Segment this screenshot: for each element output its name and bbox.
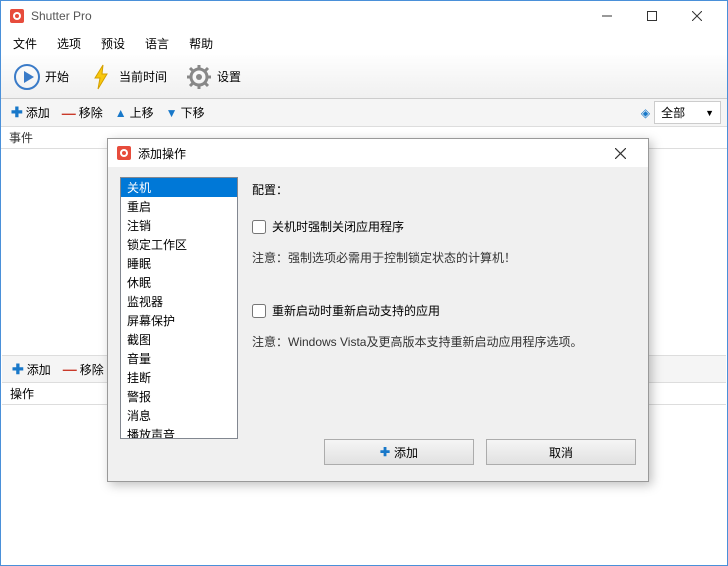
play-icon [13, 63, 41, 91]
menu-options[interactable]: 选项 [49, 33, 89, 54]
action-list-item[interactable]: 注销 [121, 216, 237, 235]
arrow-down-icon: ▼ [166, 106, 178, 120]
move-up-button[interactable]: ▲上移 [111, 102, 158, 123]
action-type-list[interactable]: 关机重启注销锁定工作区睡眠休眠监视器屏幕保护截图音量挂断警报消息播放声音运行程序… [120, 177, 238, 439]
add-label: 添加 [26, 104, 50, 121]
action-list-item[interactable]: 音量 [121, 349, 237, 368]
force-close-note: 注意：强制选项必需用于控制锁定状态的计算机！ [252, 249, 636, 266]
minus-icon: — [62, 105, 76, 121]
tool-bar: 开始 当前时间 设置 [1, 55, 727, 99]
force-close-label: 关机时强制关闭应用程序 [272, 218, 404, 235]
chevron-down-icon: ▼ [705, 108, 714, 118]
dialog-title: 添加操作 [138, 145, 600, 162]
lightning-icon [87, 63, 115, 91]
dialog-title-bar: 添加操作 [108, 139, 648, 167]
down-label: 下移 [181, 104, 205, 121]
action-list-item[interactable]: 休眠 [121, 273, 237, 292]
minimize-button[interactable] [584, 2, 629, 30]
title-bar: Shutter Pro [1, 1, 727, 31]
force-close-checkbox[interactable] [252, 220, 266, 234]
add-action-dialog: 添加操作 关机重启注销锁定工作区睡眠休眠监视器屏幕保护截图音量挂断警报消息播放声… [107, 138, 649, 482]
menu-language[interactable]: 语言 [137, 33, 177, 54]
menu-file[interactable]: 文件 [5, 33, 45, 54]
action-list-item[interactable]: 锁定工作区 [121, 235, 237, 254]
app-icon [116, 145, 132, 161]
action-list-item[interactable]: 睡眠 [121, 254, 237, 273]
settings-button[interactable]: 设置 [177, 59, 249, 95]
dialog-add-button[interactable]: ✚ 添加 [324, 439, 474, 465]
action-list-item[interactable]: 播放声音 [121, 425, 237, 439]
restart-apps-checkbox-row[interactable]: 重新启动时重新启动支持的应用 [252, 302, 636, 319]
remove-event-button[interactable]: —移除 [58, 102, 107, 123]
dialog-close-button[interactable] [600, 140, 640, 166]
action-list-item[interactable]: 重启 [121, 197, 237, 216]
remove-label: 移除 [79, 104, 103, 121]
plus-icon: ✚ [11, 104, 23, 121]
action-list-item[interactable]: 关机 [121, 178, 237, 197]
gear-icon [185, 63, 213, 91]
menu-bar: 文件 选项 预设 语言 帮助 [1, 31, 727, 55]
current-time-button[interactable]: 当前时间 [79, 59, 175, 95]
dialog-cancel-label: 取消 [549, 444, 573, 461]
add-event-button[interactable]: ✚添加 [7, 102, 54, 123]
close-button[interactable] [674, 2, 719, 30]
window-controls [584, 2, 719, 30]
filter-select[interactable]: 全部 ▼ [654, 101, 721, 124]
dialog-body: 关机重启注销锁定工作区睡眠休眠监视器屏幕保护截图音量挂断警报消息播放声音运行程序… [108, 167, 648, 439]
restart-apps-label: 重新启动时重新启动支持的应用 [272, 302, 440, 319]
action-list-item[interactable]: 挂断 [121, 368, 237, 387]
event-column-label: 事件 [9, 129, 33, 146]
restart-apps-checkbox[interactable] [252, 304, 266, 318]
force-close-checkbox-row[interactable]: 关机时强制关闭应用程序 [252, 218, 636, 235]
dialog-button-row: ✚ 添加 取消 [108, 439, 648, 477]
action-list-item[interactable]: 监视器 [121, 292, 237, 311]
action-list-item[interactable]: 截图 [121, 330, 237, 349]
up-label: 上移 [130, 104, 154, 121]
app-icon [9, 8, 25, 24]
filter-label: 全部 [661, 104, 685, 121]
action-list-item[interactable]: 警报 [121, 387, 237, 406]
menu-help[interactable]: 帮助 [181, 33, 221, 54]
action-column-label: 操作 [10, 385, 34, 402]
restart-apps-note: 注意：Windows Vista及更高版本支持重新启动应用程序选项。 [252, 333, 636, 351]
events-toolbar: ✚添加 —移除 ▲上移 ▼下移 ◈ 全部▼ [1, 99, 727, 127]
current-time-label: 当前时间 [119, 68, 167, 85]
maximize-button[interactable] [629, 2, 674, 30]
dialog-add-label: 添加 [394, 444, 418, 461]
config-label: 配置： [252, 181, 636, 198]
settings-label: 设置 [217, 68, 241, 85]
window-title: Shutter Pro [31, 9, 584, 23]
target-icon: ◈ [641, 106, 650, 120]
arrow-up-icon: ▲ [115, 106, 127, 120]
move-down-button[interactable]: ▼下移 [162, 102, 209, 123]
config-panel: 配置： 关机时强制关闭应用程序 注意：强制选项必需用于控制锁定状态的计算机！ 重… [252, 177, 636, 439]
start-label: 开始 [45, 68, 69, 85]
action-list-item[interactable]: 屏幕保护 [121, 311, 237, 330]
menu-presets[interactable]: 预设 [93, 33, 133, 54]
plus-icon: ✚ [380, 445, 390, 459]
dialog-cancel-button[interactable]: 取消 [486, 439, 636, 465]
start-button[interactable]: 开始 [5, 59, 77, 95]
action-list-item[interactable]: 消息 [121, 406, 237, 425]
